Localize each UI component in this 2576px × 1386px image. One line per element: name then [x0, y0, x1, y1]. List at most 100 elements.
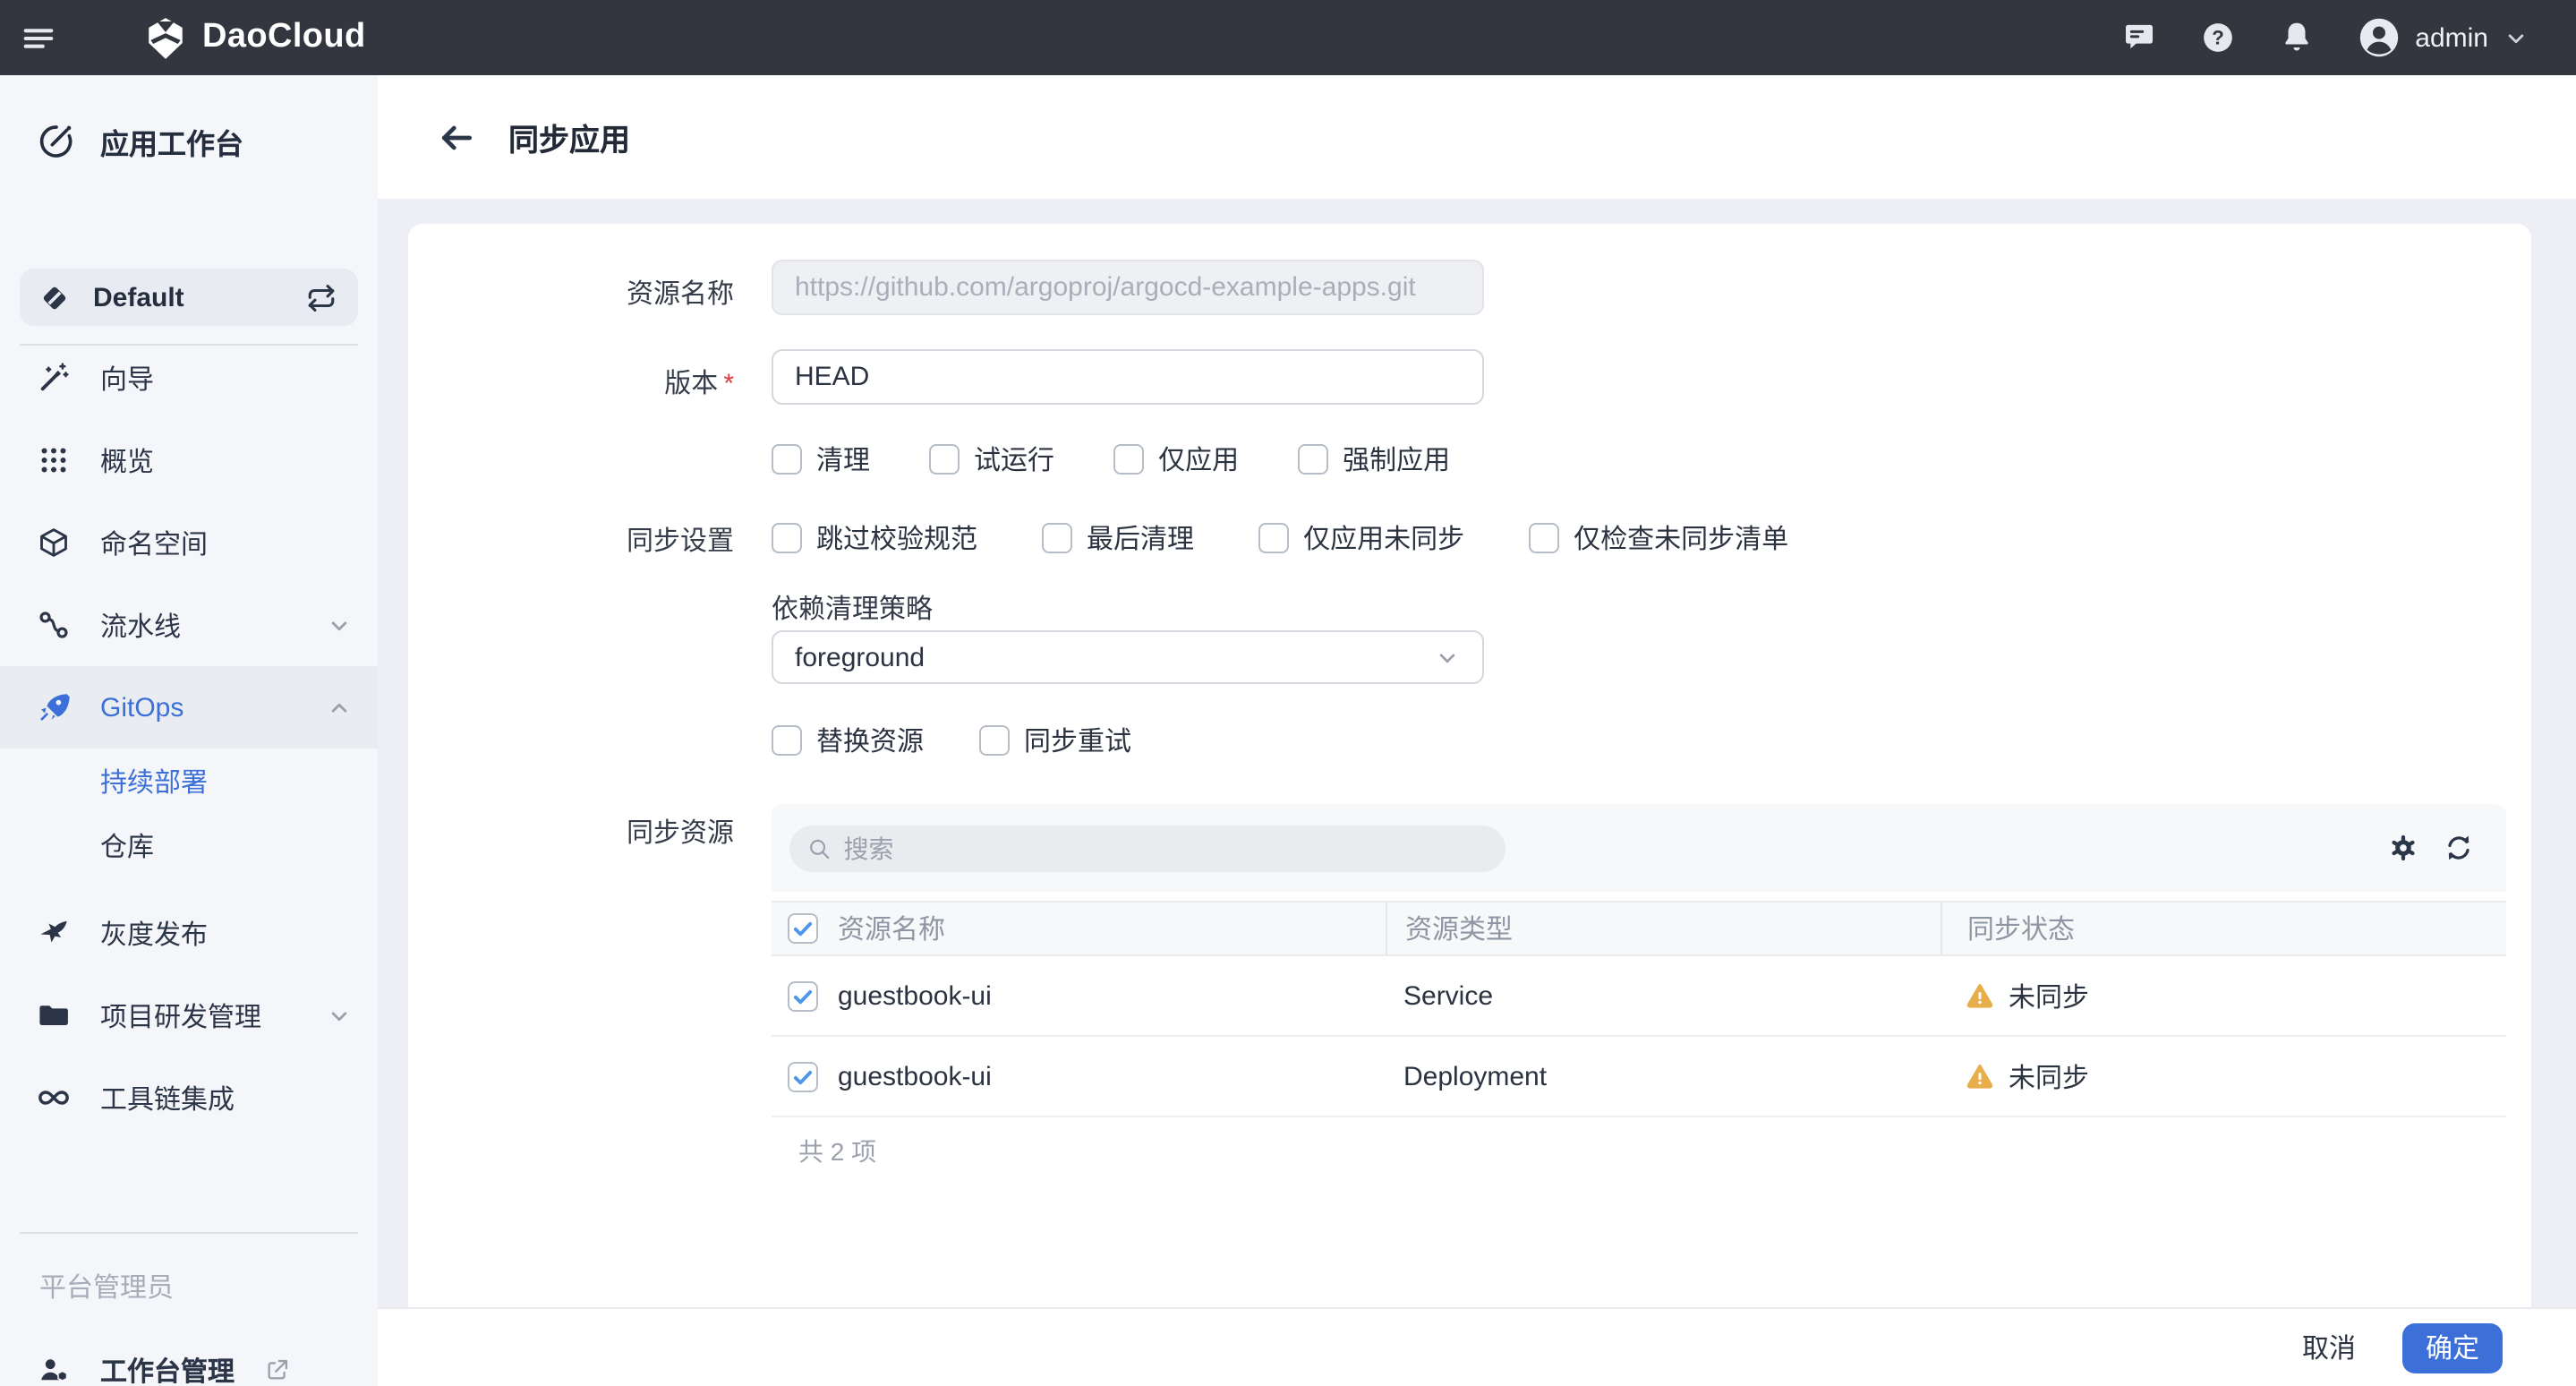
bell-icon[interactable] [2279, 20, 2315, 56]
table-row[interactable]: guestbook-ui Deployment 未同步 [772, 1037, 2506, 1117]
checkbox-dry-run[interactable]: 试运行 [929, 441, 1054, 478]
row-checkbox[interactable] [788, 980, 818, 1011]
prune-policy-label: 依赖清理策略 [772, 589, 933, 627]
avatar [2358, 16, 2401, 59]
sidebar-item-toolchain[interactable]: 工具链集成 [0, 1057, 378, 1139]
checkbox-box[interactable] [1113, 444, 1144, 475]
resource-name-field: https://github.com/argoproj/argocd-examp… [772, 260, 1484, 315]
sidebar-divider [20, 1232, 358, 1234]
table-row[interactable]: guestbook-ui Service 未同步 [772, 956, 2506, 1037]
sidebar-item-namespaces[interactable]: 命名空间 [0, 501, 378, 584]
search-input[interactable] [844, 834, 1488, 862]
confirm-button[interactable]: 确定 [2402, 1322, 2503, 1373]
resource-type: Deployment [1403, 1061, 1547, 1091]
magic-wand-icon [38, 362, 70, 394]
sidebar-item-pipelines[interactable]: 流水线 [0, 584, 378, 666]
cancel-button[interactable]: 取消 [2302, 1329, 2356, 1366]
check-icon [791, 1065, 815, 1088]
messages-icon[interactable] [2121, 20, 2157, 56]
sync-settings-label: 同步设置 [444, 521, 734, 559]
gear-icon[interactable] [2388, 833, 2418, 863]
checkbox-box[interactable] [1298, 444, 1328, 475]
hamburger-icon [21, 21, 55, 55]
column-header-name: 资源名称 [838, 910, 945, 947]
checkbox-box[interactable] [1042, 523, 1072, 553]
resources-toolbar [772, 804, 2506, 892]
workspace-switcher[interactable]: Default [20, 269, 358, 326]
switch-workspace-icon[interactable] [306, 282, 337, 312]
content-area: 资源名称 https://github.com/argoproj/argocd-… [378, 199, 2576, 1307]
bird-icon [38, 917, 70, 949]
resource-type: Service [1403, 980, 1493, 1011]
sidebar-item-wizard[interactable]: 向导 [0, 337, 378, 419]
checkbox-box[interactable] [772, 523, 802, 553]
sidebar-item-continuous-deployment[interactable]: 持续部署 [0, 749, 378, 813]
checkbox-box[interactable] [772, 725, 802, 756]
daocloud-logo-icon [143, 15, 188, 60]
sync-resources-label: 同步资源 [444, 813, 734, 851]
sidebar-item-gray-release[interactable]: 灰度发布 [0, 892, 378, 974]
table-total-count: 共 2 项 [772, 1134, 2506, 1169]
resource-name-label: 资源名称 [444, 274, 734, 312]
checkbox-box[interactable] [1529, 523, 1559, 553]
sync-resources-panel: 资源名称 资源类型 同步状态 guestbook-ui Service 未同步 [772, 804, 2506, 1169]
sidebar-item-repositories[interactable]: 仓库 [0, 813, 378, 877]
checkbox-prune-last[interactable]: 最后清理 [1042, 519, 1194, 557]
help-icon[interactable] [2200, 20, 2236, 56]
chevron-up-icon [326, 694, 353, 721]
sidebar-item-gitops[interactable]: GitOps [0, 666, 378, 749]
sidebar-module-title: 应用工作台 [0, 111, 378, 172]
resource-name: guestbook-ui [838, 1061, 992, 1091]
checkbox-force[interactable]: 强制应用 [1298, 441, 1450, 478]
pipeline-icon [38, 609, 70, 641]
sidebar-item-overview[interactable]: 概览 [0, 419, 378, 501]
workspace-icon [39, 282, 70, 312]
checkbox-apply-out-of-sync-only[interactable]: 仅应用未同步 [1258, 519, 1464, 557]
sidebar-item-project-management[interactable]: 项目研发管理 [0, 974, 378, 1057]
check-icon [791, 984, 815, 1007]
select-all-checkbox[interactable] [788, 913, 818, 944]
checkbox-prune[interactable]: 清理 [772, 441, 870, 478]
cube-icon [38, 526, 70, 559]
column-header-type: 资源类型 [1405, 910, 1513, 947]
module-title-label: 应用工作台 [100, 120, 243, 163]
checkbox-replace-resources[interactable]: 替换资源 [772, 722, 924, 759]
required-asterisk: * [723, 369, 734, 399]
warning-icon [1966, 1062, 1994, 1091]
table-header: 资源名称 资源类型 同步状态 [772, 901, 2506, 956]
checkbox-box[interactable] [772, 444, 802, 475]
extra-options-row: 替换资源 同步重试 [772, 722, 1131, 759]
sync-status: 未同步 [2009, 1057, 2089, 1095]
checkbox-box[interactable] [1258, 523, 1289, 553]
hamburger-menu-button[interactable] [0, 0, 75, 75]
checkbox-skip-schema-validation[interactable]: 跳过校验规范 [772, 519, 977, 557]
chevron-down-icon [326, 1002, 353, 1029]
refresh-icon[interactable] [2444, 833, 2474, 863]
sync-form-card: 资源名称 https://github.com/argoproj/argocd-… [408, 224, 2531, 1307]
revision-input[interactable] [772, 349, 1484, 405]
row-checkbox[interactable] [788, 1061, 818, 1091]
search-input-wrapper[interactable] [789, 825, 1506, 871]
page-title: 同步应用 [508, 115, 630, 159]
page-header: 同步应用 [378, 75, 2576, 199]
sidebar-nav: 向导 概览 命名空间 流水线 GitOps 持续部署 [0, 337, 378, 1139]
grid-dots-icon [38, 444, 70, 476]
column-header-status: 同步状态 [1967, 910, 2075, 947]
back-button[interactable] [437, 117, 476, 157]
sync-status: 未同步 [2009, 977, 2089, 1014]
checkbox-box[interactable] [929, 444, 960, 475]
top-bar-actions: admin [2121, 16, 2576, 59]
sidebar: 应用工作台 Default 向导 概览 命名空间 流水线 [0, 75, 378, 1386]
sidebar-section-label: 平台管理员 [39, 1268, 174, 1305]
checkbox-sync-retry[interactable]: 同步重试 [979, 722, 1131, 759]
checkbox-check-out-of-sync-manifests-only[interactable]: 仅检查未同步清单 [1529, 519, 1788, 557]
workspace-name: Default [93, 282, 184, 312]
checkbox-box[interactable] [979, 725, 1010, 756]
user-menu[interactable]: admin [2358, 16, 2529, 59]
checkbox-apply-only[interactable]: 仅应用 [1113, 441, 1239, 478]
prune-policy-select[interactable]: foreground [772, 630, 1484, 684]
sync-options-row: 清理 试运行 仅应用 强制应用 [772, 441, 1450, 478]
brand-name: DaoCloud [202, 18, 366, 57]
sidebar-item-workbench-admin[interactable]: 工作台管理 [0, 1329, 378, 1386]
chevron-down-icon [1434, 644, 1461, 671]
